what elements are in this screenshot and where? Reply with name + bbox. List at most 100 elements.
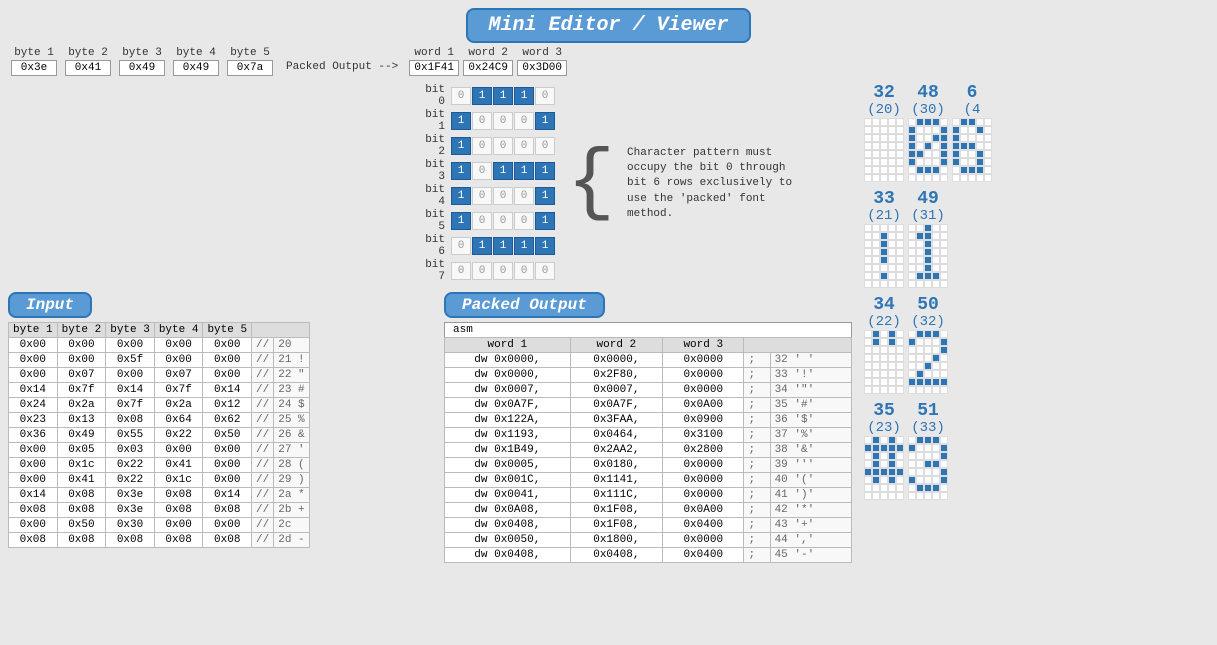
bit-cell-1-2[interactable]: 0 [493,112,513,130]
input-cell-2-1[interactable]: 0x07 [57,368,106,383]
input-cell-0-1[interactable]: 0x00 [57,338,106,353]
output-cell-4-2[interactable]: 0x0900 [663,413,744,428]
input-cell-7-0[interactable]: 0x00 [9,443,58,458]
bit-cell-6-2[interactable]: 1 [493,237,513,255]
input-cell-10-3[interactable]: 0x08 [154,488,203,503]
bit-cell-1-3[interactable]: 0 [514,112,534,130]
input-cell-10-0[interactable]: 0x14 [9,488,58,503]
input-cell-11-1[interactable]: 0x08 [57,503,106,518]
output-cell-10-1[interactable]: 0x1F08, [570,503,662,518]
input-cell-10-4[interactable]: 0x14 [203,488,252,503]
output-cell-11-1[interactable]: 0x1F08, [570,518,662,533]
bit-cell-5-1[interactable]: 0 [472,212,492,230]
byte2-value[interactable]: 0x41 [65,60,111,76]
input-cell-4-3[interactable]: 0x2a [154,398,203,413]
bit-cell-1-1[interactable]: 0 [472,112,492,130]
input-cell-1-1[interactable]: 0x00 [57,353,106,368]
bit-cell-3-1[interactable]: 0 [472,162,492,180]
input-cell-6-2[interactable]: 0x55 [106,428,155,443]
input-cell-3-4[interactable]: 0x14 [203,383,252,398]
bit-cell-2-0[interactable]: 1 [451,137,471,155]
output-cell-6-1[interactable]: 0x2AA2, [570,443,662,458]
output-cell-8-0[interactable]: dw 0x001C, [445,473,571,488]
bit-cell-7-3[interactable]: 0 [514,262,534,280]
input-cell-2-3[interactable]: 0x07 [154,368,203,383]
bit-cell-3-4[interactable]: 1 [535,162,555,180]
input-cell-11-3[interactable]: 0x08 [154,503,203,518]
input-cell-0-2[interactable]: 0x00 [106,338,155,353]
bit-cell-4-4[interactable]: 1 [535,187,555,205]
output-cell-6-0[interactable]: dw 0x1B49, [445,443,571,458]
bit-cell-2-3[interactable]: 0 [514,137,534,155]
input-cell-12-3[interactable]: 0x00 [154,518,203,533]
output-cell-1-1[interactable]: 0x2F80, [570,368,662,383]
input-cell-5-1[interactable]: 0x13 [57,413,106,428]
output-cell-4-1[interactable]: 0x3FAA, [570,413,662,428]
bit-cell-2-4[interactable]: 0 [535,137,555,155]
bit-cell-0-2[interactable]: 1 [493,87,513,105]
bit-cell-5-0[interactable]: 1 [451,212,471,230]
output-cell-10-2[interactable]: 0x0A00 [663,503,744,518]
input-cell-13-3[interactable]: 0x08 [154,533,203,548]
output-cell-12-2[interactable]: 0x0000 [663,533,744,548]
input-cell-7-4[interactable]: 0x00 [203,443,252,458]
bit-cell-6-0[interactable]: 0 [451,237,471,255]
input-cell-0-0[interactable]: 0x00 [9,338,58,353]
output-cell-12-1[interactable]: 0x1800, [570,533,662,548]
output-cell-13-1[interactable]: 0x0408, [570,548,662,563]
input-cell-5-2[interactable]: 0x08 [106,413,155,428]
output-cell-12-0[interactable]: dw 0x0050, [445,533,571,548]
bit-cell-1-4[interactable]: 1 [535,112,555,130]
input-cell-12-1[interactable]: 0x50 [57,518,106,533]
input-cell-6-1[interactable]: 0x49 [57,428,106,443]
byte4-value[interactable]: 0x49 [173,60,219,76]
bit-cell-7-1[interactable]: 0 [472,262,492,280]
input-cell-9-1[interactable]: 0x41 [57,473,106,488]
input-cell-8-2[interactable]: 0x22 [106,458,155,473]
input-cell-7-2[interactable]: 0x03 [106,443,155,458]
bit-cell-0-1[interactable]: 1 [472,87,492,105]
input-cell-12-4[interactable]: 0x00 [203,518,252,533]
byte5-value[interactable]: 0x7a [227,60,273,76]
input-cell-3-1[interactable]: 0x7f [57,383,106,398]
bit-cell-4-3[interactable]: 0 [514,187,534,205]
output-cell-9-1[interactable]: 0x111C, [570,488,662,503]
input-cell-10-2[interactable]: 0x3e [106,488,155,503]
input-cell-3-0[interactable]: 0x14 [9,383,58,398]
bit-cell-2-2[interactable]: 0 [493,137,513,155]
output-cell-9-0[interactable]: dw 0x0041, [445,488,571,503]
output-cell-0-1[interactable]: 0x0000, [570,353,662,368]
output-cell-0-0[interactable]: dw 0x0000, [445,353,571,368]
output-cell-5-2[interactable]: 0x3100 [663,428,744,443]
output-cell-9-2[interactable]: 0x0000 [663,488,744,503]
input-cell-13-1[interactable]: 0x08 [57,533,106,548]
input-cell-3-2[interactable]: 0x14 [106,383,155,398]
input-cell-5-4[interactable]: 0x62 [203,413,252,428]
output-cell-3-2[interactable]: 0x0A00 [663,398,744,413]
byte1-value[interactable]: 0x3e [11,60,57,76]
bit-cell-4-2[interactable]: 0 [493,187,513,205]
bit-cell-7-2[interactable]: 0 [493,262,513,280]
bit-cell-7-4[interactable]: 0 [535,262,555,280]
input-cell-11-2[interactable]: 0x3e [106,503,155,518]
input-cell-7-3[interactable]: 0x00 [154,443,203,458]
output-cell-11-0[interactable]: dw 0x0408, [445,518,571,533]
output-cell-0-2[interactable]: 0x0000 [663,353,744,368]
output-cell-7-0[interactable]: dw 0x0005, [445,458,571,473]
input-cell-1-3[interactable]: 0x00 [154,353,203,368]
input-cell-13-4[interactable]: 0x08 [203,533,252,548]
bit-cell-0-0[interactable]: 0 [451,87,471,105]
input-cell-0-3[interactable]: 0x00 [154,338,203,353]
input-cell-4-2[interactable]: 0x7f [106,398,155,413]
output-cell-8-1[interactable]: 0x1141, [570,473,662,488]
asm-tab[interactable]: asm [444,322,852,337]
bit-cell-4-1[interactable]: 0 [472,187,492,205]
input-cell-6-4[interactable]: 0x50 [203,428,252,443]
input-cell-2-4[interactable]: 0x00 [203,368,252,383]
bit-cell-3-2[interactable]: 1 [493,162,513,180]
byte3-value[interactable]: 0x49 [119,60,165,76]
input-cell-5-0[interactable]: 0x23 [9,413,58,428]
output-cell-4-0[interactable]: dw 0x122A, [445,413,571,428]
input-cell-6-3[interactable]: 0x22 [154,428,203,443]
output-cell-7-2[interactable]: 0x0000 [663,458,744,473]
